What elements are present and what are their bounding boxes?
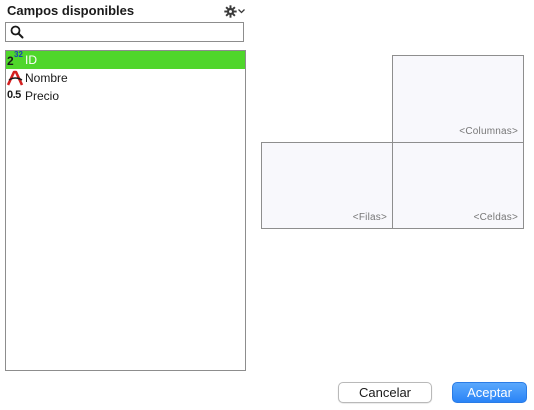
search-field[interactable] xyxy=(5,22,244,42)
settings-menu-button[interactable] xyxy=(223,3,245,19)
cancel-button[interactable]: Cancelar xyxy=(338,382,432,403)
rows-zone-label: <Filas> xyxy=(352,212,387,223)
field-label: ID xyxy=(25,53,37,67)
search-icon xyxy=(10,25,24,39)
gear-icon xyxy=(223,4,237,18)
dialog: Campos disponibles 2 32 ID Nombre 0.5 Pr… xyxy=(0,0,534,410)
accept-button[interactable]: Aceptar xyxy=(452,382,527,403)
integer-icon-digit: 2 xyxy=(7,54,14,68)
integer-icon-exponent: 32 xyxy=(14,50,23,59)
integer-type-icon: 2 32 xyxy=(6,51,25,69)
rows-drop-zone[interactable]: <Filas> xyxy=(261,142,393,229)
columns-zone-label: <Columnas> xyxy=(459,126,518,137)
field-item-id[interactable]: 2 32 ID xyxy=(6,51,245,69)
cells-drop-zone[interactable]: <Celdas> xyxy=(392,142,524,229)
panel-title: Campos disponibles xyxy=(7,3,135,18)
field-label: Precio xyxy=(25,89,60,103)
field-label: Nombre xyxy=(25,71,68,85)
chevron-down-icon xyxy=(237,9,245,14)
field-item-precio[interactable]: 0.5 Precio xyxy=(6,87,245,105)
decimal-icon-text: 0.5 xyxy=(7,89,21,101)
field-item-nombre[interactable]: Nombre xyxy=(6,69,245,87)
text-type-icon xyxy=(6,69,25,87)
search-input[interactable] xyxy=(26,24,238,40)
decimal-type-icon: 0.5 xyxy=(6,87,25,105)
available-fields-list[interactable]: 2 32 ID Nombre 0.5 Precio xyxy=(5,50,246,371)
columns-drop-zone[interactable]: <Columnas> xyxy=(392,55,524,143)
cells-zone-label: <Celdas> xyxy=(473,212,518,223)
